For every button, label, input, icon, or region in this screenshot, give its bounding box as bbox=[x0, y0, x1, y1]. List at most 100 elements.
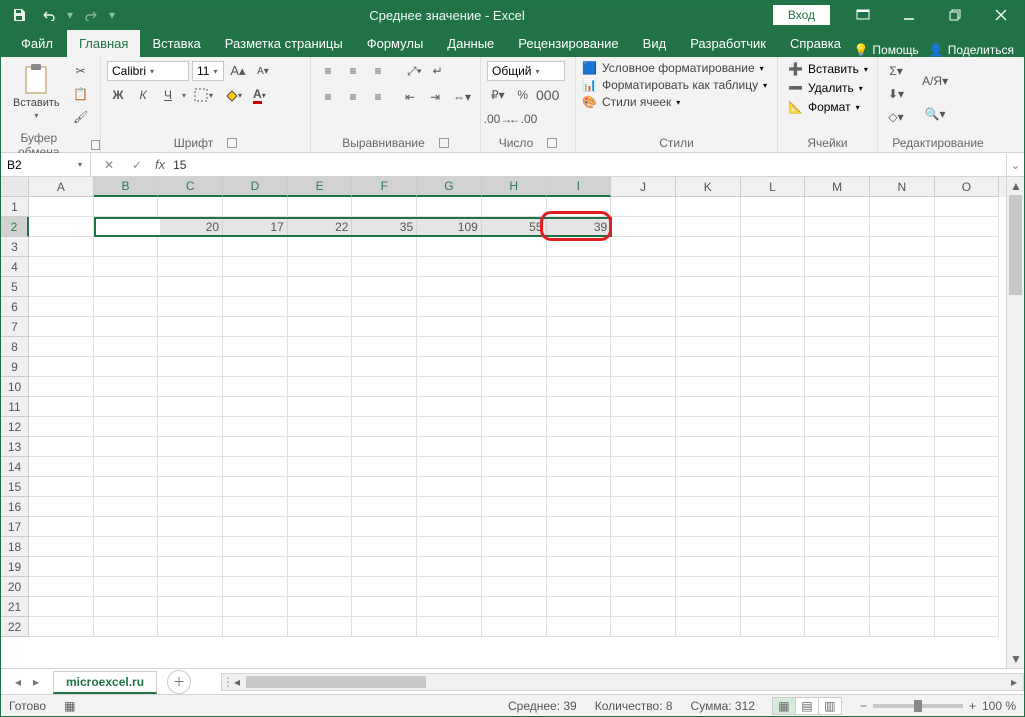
cell[interactable] bbox=[29, 337, 94, 357]
cell[interactable] bbox=[482, 397, 547, 417]
cell[interactable] bbox=[676, 277, 741, 297]
fx-icon[interactable]: fx bbox=[155, 157, 165, 172]
cell[interactable] bbox=[94, 437, 159, 457]
cell[interactable] bbox=[417, 417, 482, 437]
cell[interactable] bbox=[611, 197, 676, 217]
cell[interactable] bbox=[482, 357, 547, 377]
cell[interactable] bbox=[94, 577, 159, 597]
cell[interactable] bbox=[482, 297, 547, 317]
number-dialog-launcher[interactable] bbox=[547, 138, 557, 148]
cell[interactable] bbox=[870, 337, 935, 357]
cell[interactable] bbox=[158, 377, 223, 397]
cell[interactable] bbox=[417, 457, 482, 477]
col-header[interactable]: H bbox=[482, 177, 547, 197]
find-icon[interactable]: 🔍▾ bbox=[918, 104, 952, 124]
tab-help[interactable]: Справка bbox=[778, 30, 853, 57]
cell[interactable] bbox=[870, 317, 935, 337]
cell[interactable] bbox=[547, 477, 612, 497]
cell[interactable] bbox=[223, 537, 288, 557]
paste-button[interactable]: Вставить ▾ bbox=[7, 61, 66, 122]
cell[interactable] bbox=[611, 397, 676, 417]
cell[interactable] bbox=[870, 377, 935, 397]
cell[interactable] bbox=[94, 277, 159, 297]
cell[interactable] bbox=[870, 417, 935, 437]
cell[interactable] bbox=[223, 397, 288, 417]
clipboard-dialog-launcher[interactable] bbox=[91, 140, 100, 150]
horizontal-scrollbar[interactable]: ⋮ ◂ ▸ bbox=[221, 673, 1024, 691]
row-header[interactable]: 20 bbox=[1, 577, 29, 597]
align-bot-icon[interactable]: ≡ bbox=[367, 61, 389, 81]
bold-button[interactable]: Ж bbox=[107, 85, 129, 105]
col-header[interactable]: L bbox=[741, 177, 806, 197]
cell[interactable] bbox=[158, 557, 223, 577]
align-right-icon[interactable]: ≡ bbox=[367, 87, 389, 107]
tab-review[interactable]: Рецензирование bbox=[506, 30, 630, 57]
col-header[interactable]: A bbox=[29, 177, 94, 197]
cell[interactable] bbox=[805, 237, 870, 257]
row-header[interactable]: 5 bbox=[1, 277, 29, 297]
cell[interactable] bbox=[352, 317, 417, 337]
cell[interactable] bbox=[158, 357, 223, 377]
cell[interactable] bbox=[870, 277, 935, 297]
cell[interactable] bbox=[805, 397, 870, 417]
cell[interactable] bbox=[288, 317, 353, 337]
align-dialog-launcher[interactable] bbox=[439, 138, 449, 148]
cell[interactable] bbox=[29, 257, 94, 277]
col-header[interactable]: I bbox=[547, 177, 612, 197]
cell[interactable] bbox=[158, 277, 223, 297]
cell[interactable] bbox=[288, 557, 353, 577]
font-name-combo[interactable]: Calibri▾ bbox=[107, 61, 189, 81]
cell[interactable] bbox=[935, 477, 1000, 497]
row-header[interactable]: 1 bbox=[1, 197, 29, 217]
cell[interactable] bbox=[352, 417, 417, 437]
cell[interactable] bbox=[417, 437, 482, 457]
expand-formula-bar-icon[interactable]: ⌄ bbox=[1006, 154, 1024, 176]
tab-data[interactable]: Данные bbox=[435, 30, 506, 57]
cell[interactable] bbox=[547, 437, 612, 457]
cell[interactable] bbox=[482, 497, 547, 517]
orientation-icon[interactable]: ⤢▾ bbox=[403, 61, 426, 81]
cell[interactable]: 35 bbox=[352, 217, 417, 237]
italic-button[interactable]: К bbox=[132, 85, 154, 105]
zoom-slider[interactable] bbox=[873, 704, 963, 708]
scroll-thumb[interactable] bbox=[1009, 195, 1022, 295]
comma-icon[interactable]: 000 bbox=[537, 85, 559, 105]
cell[interactable] bbox=[676, 617, 741, 637]
cell[interactable] bbox=[870, 297, 935, 317]
cell[interactable] bbox=[158, 317, 223, 337]
minimize-icon[interactable] bbox=[886, 1, 932, 29]
inc-decimal-icon[interactable]: .00→ bbox=[487, 109, 509, 129]
cell[interactable] bbox=[482, 617, 547, 637]
cell[interactable] bbox=[158, 237, 223, 257]
cell[interactable] bbox=[223, 517, 288, 537]
row-header[interactable]: 14 bbox=[1, 457, 29, 477]
cell[interactable] bbox=[158, 597, 223, 617]
cell[interactable] bbox=[741, 257, 806, 277]
cell[interactable] bbox=[741, 497, 806, 517]
cell[interactable] bbox=[935, 397, 1000, 417]
cell[interactable] bbox=[223, 497, 288, 517]
row-header[interactable]: 2 bbox=[1, 217, 29, 237]
cell[interactable]: 55 bbox=[482, 217, 547, 237]
cell[interactable] bbox=[935, 317, 1000, 337]
cell[interactable] bbox=[741, 577, 806, 597]
signin-button[interactable]: Вход bbox=[773, 5, 830, 25]
cell[interactable] bbox=[288, 577, 353, 597]
currency-icon[interactable]: ₽▾ bbox=[487, 85, 509, 105]
cell[interactable] bbox=[94, 497, 159, 517]
cell[interactable] bbox=[547, 197, 612, 217]
ribbon-options-icon[interactable] bbox=[840, 1, 886, 29]
cell[interactable] bbox=[935, 517, 1000, 537]
name-box[interactable]: B2▾ bbox=[1, 153, 91, 176]
cell[interactable] bbox=[547, 537, 612, 557]
cell[interactable] bbox=[352, 577, 417, 597]
cell[interactable] bbox=[741, 517, 806, 537]
cell[interactable] bbox=[288, 457, 353, 477]
cell[interactable] bbox=[935, 577, 1000, 597]
cell[interactable] bbox=[676, 337, 741, 357]
cell[interactable] bbox=[352, 557, 417, 577]
borders-icon[interactable]: ▾ bbox=[189, 85, 217, 105]
vertical-scrollbar[interactable]: ▲ ▼ bbox=[1006, 177, 1024, 668]
cell[interactable] bbox=[741, 557, 806, 577]
cell[interactable] bbox=[547, 557, 612, 577]
